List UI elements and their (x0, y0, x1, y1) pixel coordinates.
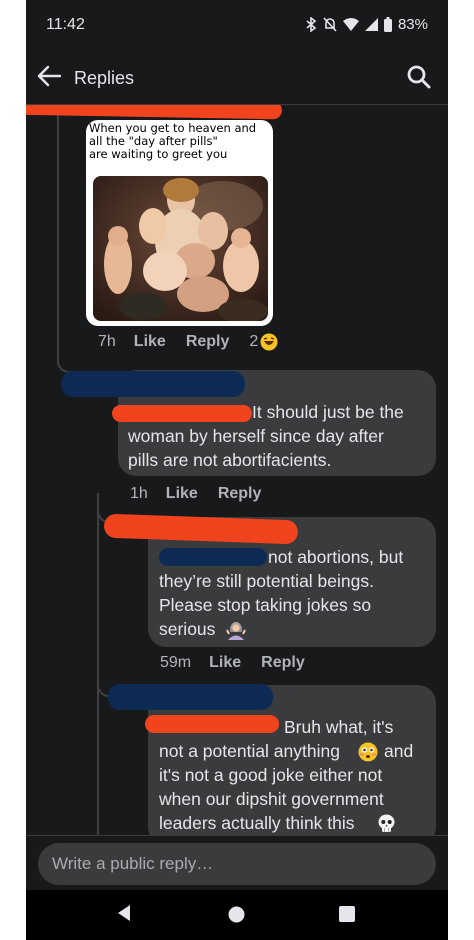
arrow-left-icon (37, 65, 62, 87)
reply-button[interactable]: Reply (261, 654, 305, 672)
comment-time: 59m (160, 654, 192, 671)
signal-icon (364, 18, 378, 31)
thread-line (57, 105, 59, 355)
meme-image[interactable]: When you get to heaven and all the "day … (86, 120, 273, 326)
comment-thread: When you get to heaven and all the "day … (26, 105, 448, 835)
redacted-username (108, 684, 273, 710)
comment-text-line: it's not a good joke either not (159, 765, 383, 785)
laughing-emoji-icon (260, 333, 278, 351)
like-button[interactable]: Like (134, 333, 166, 351)
comment-text-line: Please stop taking jokes so (159, 595, 372, 615)
like-button[interactable]: Like (166, 485, 198, 503)
meme-caption: When you get to heaven and all the "day … (89, 121, 257, 161)
search-button[interactable] (406, 64, 434, 92)
comment-text-line: Bruh what, it's (284, 717, 394, 737)
reaction-count: 2 (249, 333, 259, 350)
back-button[interactable] (36, 64, 66, 90)
bluetooth-icon (306, 17, 317, 32)
app-header: Replies (26, 50, 448, 105)
reply-button[interactable]: Reply (186, 333, 230, 351)
mute-icon (323, 17, 337, 32)
redacted-mention (145, 715, 279, 733)
reply-bar (26, 835, 448, 890)
comment-text-line: pills are not abortifacients. (128, 450, 332, 470)
skull-emoji-icon (378, 814, 395, 832)
back-triangle-icon[interactable] (116, 904, 132, 922)
redacted-mention (159, 548, 267, 566)
like-button[interactable]: Like (209, 654, 241, 672)
woman-shrugging-emoji-icon (226, 622, 246, 640)
phone-screen: 11:42 83% Replies When you get to heaven… (26, 0, 448, 940)
status-icons: 83% (306, 16, 428, 33)
system-nav-bar (26, 890, 448, 940)
comment-text-line: not abortions, but (268, 547, 404, 567)
comment-text-line: they’re still potential beings. (159, 571, 374, 591)
reply-button[interactable]: Reply (218, 485, 262, 503)
battery-percent: 83% (397, 16, 428, 33)
status-time: 11:42 (46, 16, 85, 33)
search-icon (407, 65, 431, 89)
page-title: Replies (74, 68, 135, 88)
redacted-username (26, 105, 283, 120)
redacted-mention (112, 405, 252, 422)
comment-text-line: serious (159, 619, 216, 639)
comment-time: 7h (98, 333, 116, 350)
redacted-username (61, 371, 245, 397)
recents-square-icon[interactable] (339, 906, 355, 922)
comment-text-line: when our dipshit government (159, 789, 384, 809)
comment-text-line: and (384, 741, 414, 761)
comment-time: 1h (130, 485, 148, 502)
home-circle-icon[interactable] (228, 906, 245, 923)
battery-icon (383, 17, 392, 32)
comment-text-line: It should just be the (252, 402, 404, 422)
status-bar: 11:42 83% (26, 0, 448, 50)
comment-actions: 7h Like Reply 2 (98, 333, 278, 351)
public-reply-input[interactable] (38, 843, 436, 885)
meme-painting (93, 176, 268, 321)
flushed-face-emoji-icon (358, 742, 378, 762)
reaction-summary[interactable]: 2 (249, 333, 278, 351)
comment-text-line: leaders actually think this (159, 813, 355, 833)
wifi-icon (342, 18, 359, 31)
comment-text-line: woman by herself since day after (128, 426, 384, 446)
comment-text-line: not a potential anything (159, 741, 340, 761)
comment-actions: 1h Like Reply (130, 485, 281, 503)
comment-actions: 59m Like Reply (160, 654, 325, 672)
thread-connector (57, 353, 83, 373)
thread-line (97, 493, 99, 835)
